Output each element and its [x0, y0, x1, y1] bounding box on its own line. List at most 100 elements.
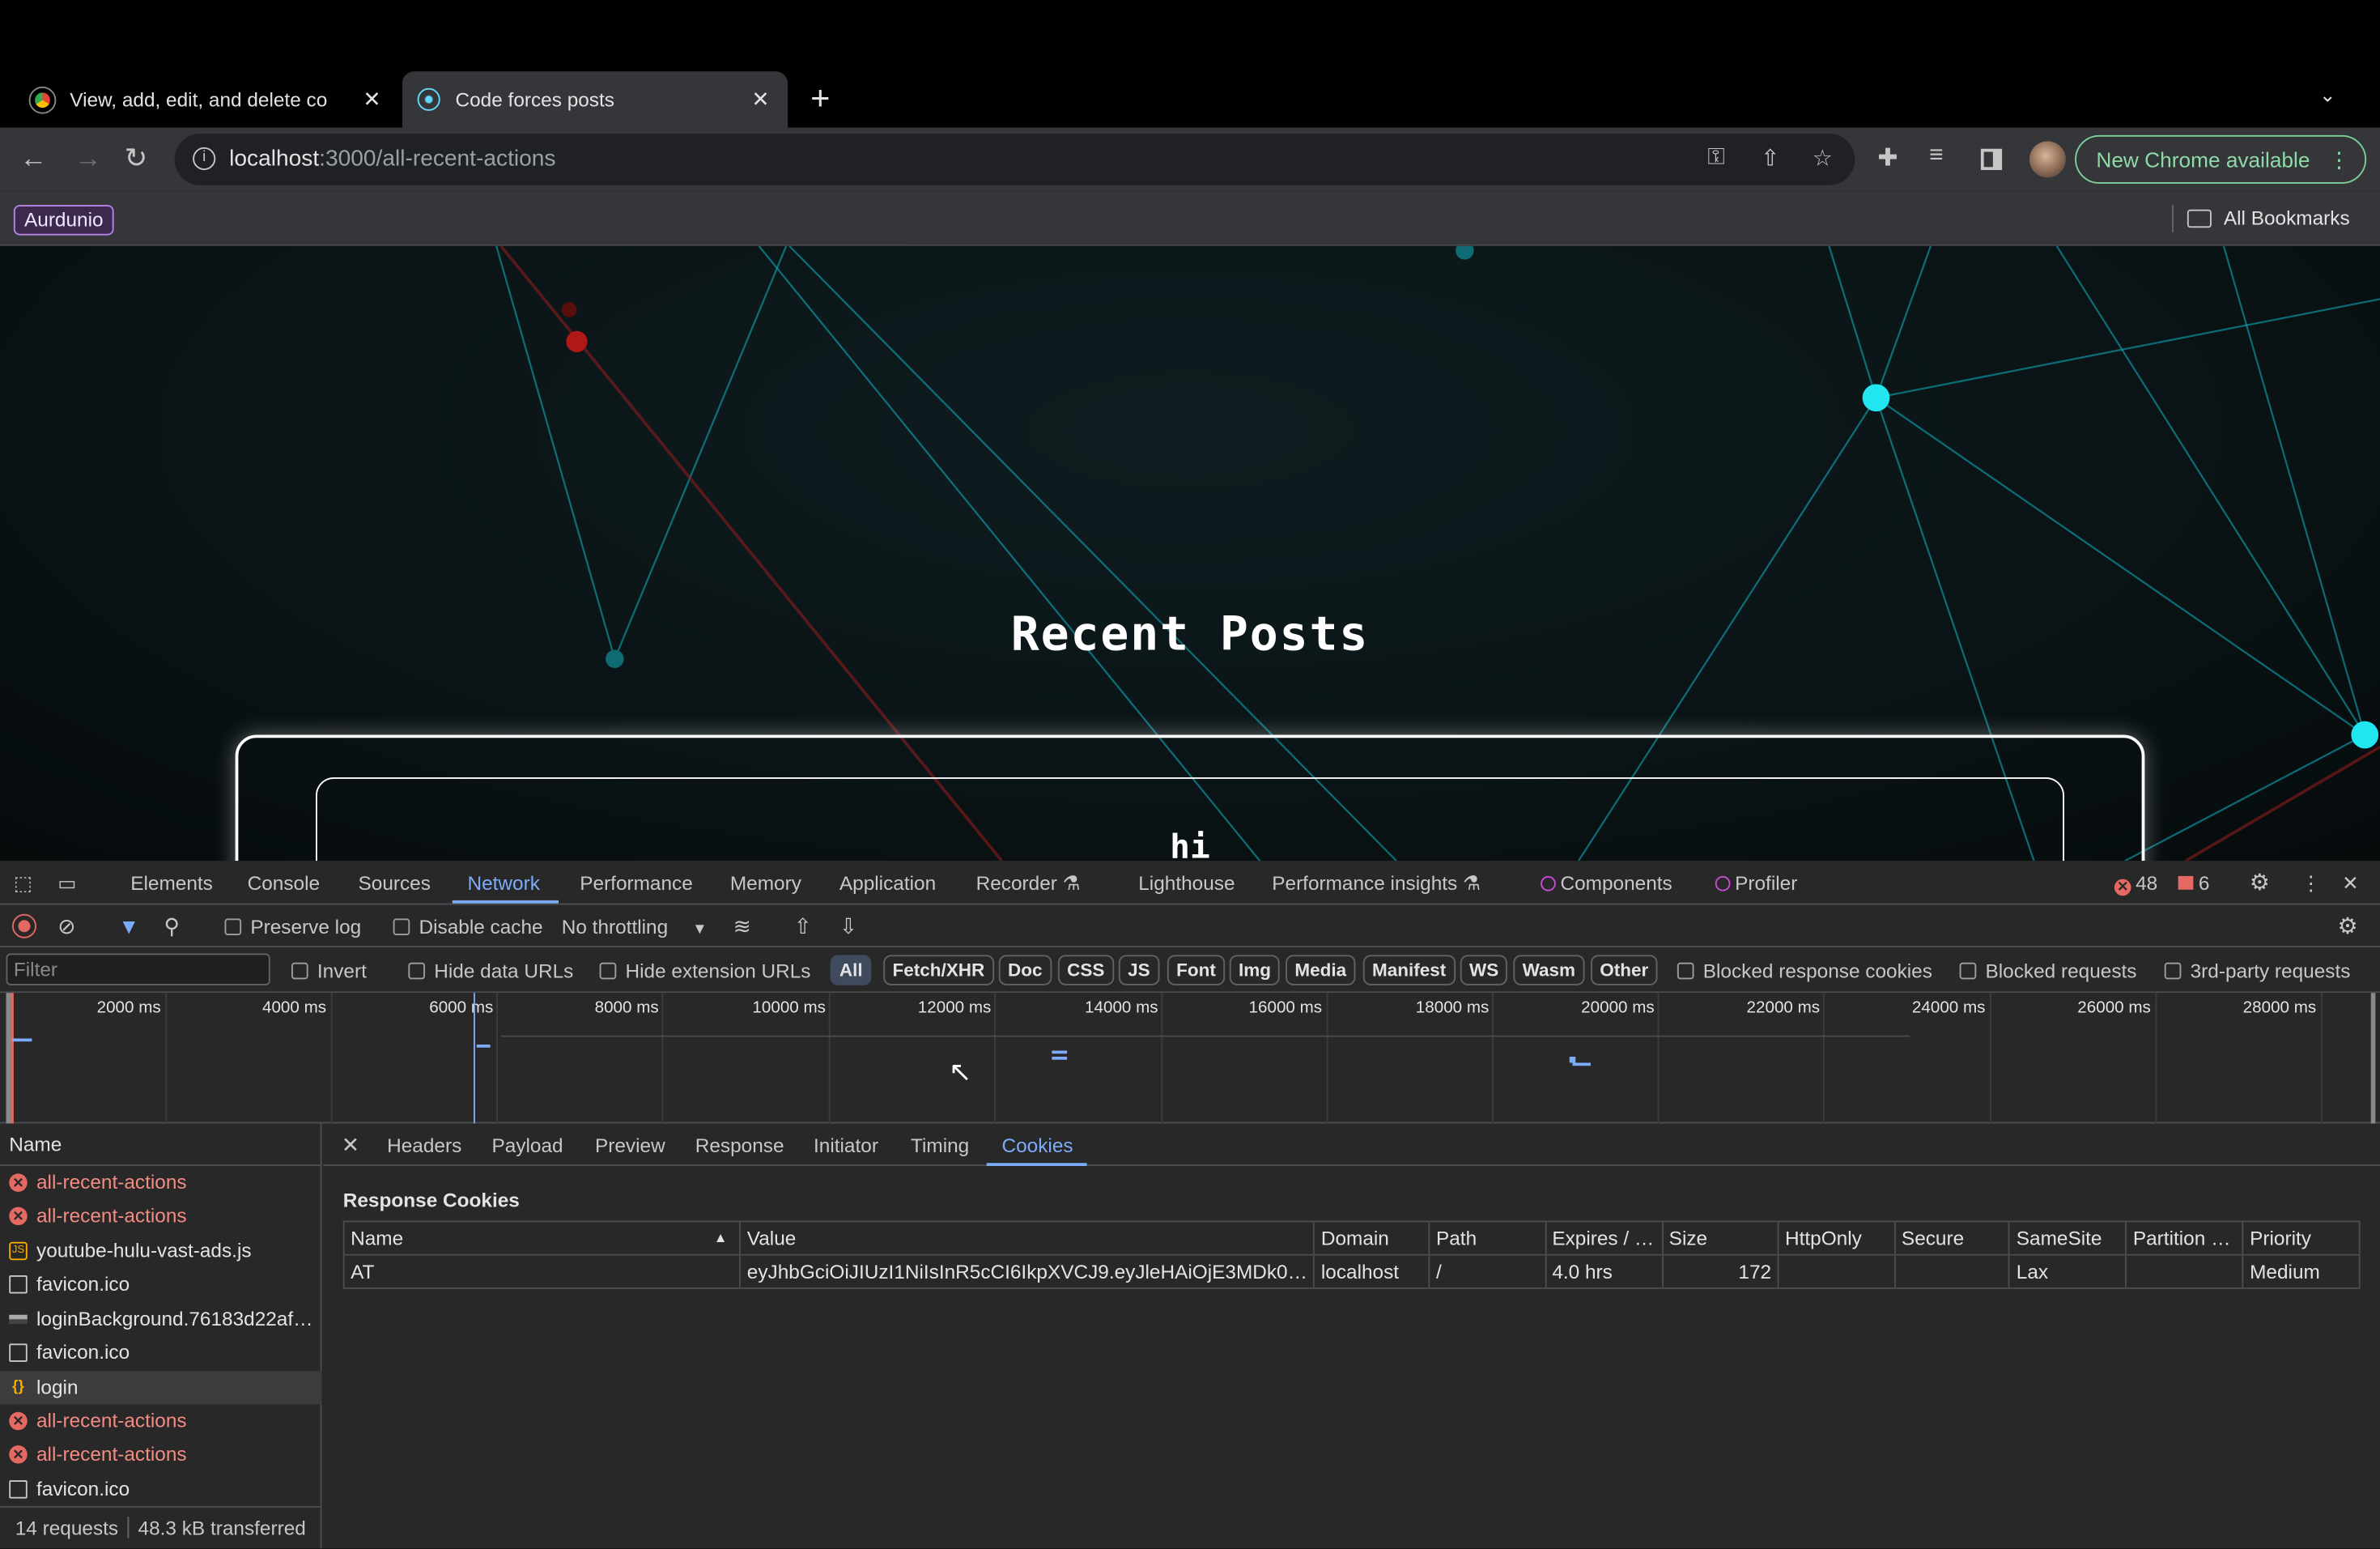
- tab-performance[interactable]: Performance: [580, 871, 693, 894]
- chip-doc[interactable]: Doc: [999, 955, 1052, 985]
- more-options-icon[interactable]: ⋮: [2301, 871, 2321, 896]
- col-name[interactable]: Name▲: [344, 1221, 741, 1254]
- col-priority[interactable]: Priority: [2243, 1221, 2360, 1254]
- share-icon[interactable]: ⇧: [1761, 144, 1780, 172]
- col-partition[interactable]: Partition …: [2126, 1221, 2242, 1254]
- bookmark-star-icon[interactable]: ☆: [1813, 144, 1833, 172]
- col-httponly[interactable]: HttpOnly: [1779, 1221, 1895, 1254]
- col-expires[interactable]: Expires / …: [1545, 1221, 1662, 1254]
- request-row[interactable]: JSyoutube-hulu-vast-ads.js: [0, 1234, 322, 1267]
- right-range-handle[interactable]: [2371, 993, 2376, 1123]
- tab-performance-insights[interactable]: Performance insights ⚗: [1272, 871, 1481, 896]
- request-row[interactable]: ✕all-recent-actions: [0, 1404, 322, 1437]
- tab-components[interactable]: Components: [1541, 871, 1672, 894]
- close-tab-icon[interactable]: ✕: [748, 87, 772, 113]
- tab-inactive[interactable]: View, add, edit, and delete co ✕: [15, 71, 399, 127]
- close-devtools-icon[interactable]: ✕: [2342, 871, 2358, 896]
- bookmark-aurdunio[interactable]: Aurdunio: [14, 205, 114, 236]
- request-row[interactable]: ✕all-recent-actions: [0, 1166, 322, 1199]
- tab-network[interactable]: Network: [468, 871, 540, 894]
- side-panel-icon[interactable]: [1981, 149, 2002, 170]
- col-secure[interactable]: Secure: [1894, 1221, 2009, 1254]
- back-icon[interactable]: ←: [19, 143, 47, 174]
- chip-ws[interactable]: WS: [1460, 955, 1508, 985]
- invert-checkbox[interactable]: Invert: [291, 960, 367, 982]
- chip-js[interactable]: JS: [1119, 955, 1159, 985]
- filter-input[interactable]: Filter: [6, 954, 270, 985]
- reload-icon[interactable]: ↻: [125, 143, 147, 174]
- tab-profiler[interactable]: Profiler: [1715, 871, 1798, 894]
- profile-avatar[interactable]: [2029, 141, 2066, 177]
- request-row[interactable]: loginBackground.76183d22af…: [0, 1303, 322, 1336]
- network-settings-gear-icon[interactable]: ⚙: [2338, 913, 2358, 940]
- tab-memory[interactable]: Memory: [730, 871, 801, 894]
- disable-cache-checkbox[interactable]: Disable cache: [393, 916, 543, 938]
- hide-data-urls-checkbox[interactable]: Hide data URLs: [408, 960, 573, 982]
- chip-manifest[interactable]: Manifest: [1363, 955, 1456, 985]
- hide-extension-urls-checkbox[interactable]: Hide extension URLs: [600, 960, 811, 982]
- tab-initiator[interactable]: Initiator: [814, 1134, 878, 1157]
- inspect-element-icon[interactable]: ⬚: [14, 871, 32, 896]
- import-har-icon[interactable]: ⇧: [794, 914, 812, 940]
- close-details-icon[interactable]: ✕: [342, 1133, 359, 1159]
- tab-preview[interactable]: Preview: [595, 1134, 665, 1157]
- third-party-requests-checkbox[interactable]: 3rd-party requests: [2165, 960, 2351, 982]
- issues-counter[interactable]: ✕486: [2114, 871, 2210, 896]
- forward-icon[interactable]: →: [74, 143, 102, 174]
- new-chrome-available-button[interactable]: New Chrome available ⋮: [2075, 135, 2366, 184]
- export-har-icon[interactable]: ⇩: [839, 914, 857, 940]
- chip-media[interactable]: Media: [1286, 955, 1355, 985]
- tab-lighthouse[interactable]: Lighthouse: [1138, 871, 1235, 894]
- more-vert-icon[interactable]: ⋮: [2328, 147, 2349, 173]
- name-column-header[interactable]: Name: [0, 1124, 322, 1167]
- request-row[interactable]: favicon.ico: [0, 1473, 322, 1506]
- reading-list-icon[interactable]: ≡: [1929, 143, 1944, 170]
- tab-headers[interactable]: Headers: [387, 1134, 461, 1157]
- preserve-log-checkbox[interactable]: Preserve log: [225, 916, 362, 938]
- tab-console[interactable]: Console: [248, 871, 320, 894]
- all-bookmarks-button[interactable]: All Bookmarks: [2187, 206, 2350, 229]
- request-row[interactable]: ✕all-recent-actions: [0, 1199, 322, 1232]
- settings-gear-icon[interactable]: ⚙: [2250, 869, 2270, 896]
- col-samesite[interactable]: SameSite: [2009, 1221, 2126, 1254]
- address-bar[interactable]: i localhost:3000/all-recent-actions ⚿ ⇧ …: [175, 134, 1855, 185]
- tab-recorder[interactable]: Recorder ⚗: [976, 871, 1081, 896]
- device-toolbar-icon[interactable]: ▭: [57, 871, 76, 896]
- network-conditions-icon[interactable]: ≋: [733, 914, 751, 940]
- extensions-icon[interactable]: ✚: [1877, 143, 1898, 173]
- filter-funnel-icon[interactable]: ▼: [118, 914, 139, 938]
- chip-css[interactable]: CSS: [1058, 955, 1114, 985]
- search-icon[interactable]: ⚲: [164, 914, 180, 940]
- tab-search-chevron-icon[interactable]: ⌄: [2319, 83, 2335, 108]
- request-row-selected[interactable]: {}login: [0, 1371, 322, 1404]
- col-value[interactable]: Value: [740, 1221, 1314, 1254]
- request-row[interactable]: favicon.ico: [0, 1268, 322, 1301]
- tab-timing[interactable]: Timing: [911, 1134, 969, 1157]
- chip-font[interactable]: Font: [1167, 955, 1225, 985]
- request-row[interactable]: favicon.ico: [0, 1336, 322, 1369]
- col-path[interactable]: Path: [1430, 1221, 1545, 1254]
- tab-sources[interactable]: Sources: [359, 871, 431, 894]
- chip-fetch-xhr[interactable]: Fetch/XHR: [883, 955, 993, 985]
- tab-active[interactable]: Code forces posts ✕: [402, 71, 788, 127]
- clear-icon[interactable]: ⊘: [57, 914, 75, 940]
- cookie-row[interactable]: AT eyJhbGciOiJIUzI1NiIsInR5cCI6IkpXVCJ9.…: [344, 1255, 2360, 1288]
- chip-img[interactable]: Img: [1230, 955, 1281, 985]
- tab-cookies[interactable]: Cookies: [1002, 1134, 1073, 1157]
- throttling-select[interactable]: No throttling▼: [562, 916, 708, 938]
- blocked-response-cookies-checkbox[interactable]: Blocked response cookies: [1677, 960, 1932, 982]
- col-size[interactable]: Size: [1662, 1221, 1778, 1254]
- tab-response[interactable]: Response: [695, 1134, 784, 1157]
- record-stop-icon[interactable]: [14, 916, 35, 937]
- chip-wasm[interactable]: Wasm: [1513, 955, 1584, 985]
- network-overview-timeline[interactable]: 2000 ms 4000 ms 6000 ms 8000 ms 10000 ms…: [0, 993, 2380, 1123]
- tab-elements[interactable]: Elements: [130, 871, 213, 894]
- chip-other[interactable]: Other: [1591, 955, 1658, 985]
- request-row[interactable]: ✕all-recent-actions: [0, 1438, 322, 1471]
- close-tab-icon[interactable]: ✕: [359, 87, 384, 113]
- site-info-icon[interactable]: i: [193, 147, 215, 170]
- col-domain[interactable]: Domain: [1314, 1221, 1429, 1254]
- new-tab-icon[interactable]: +: [810, 79, 830, 119]
- tab-application[interactable]: Application: [839, 871, 936, 894]
- tab-payload[interactable]: Payload: [492, 1134, 563, 1157]
